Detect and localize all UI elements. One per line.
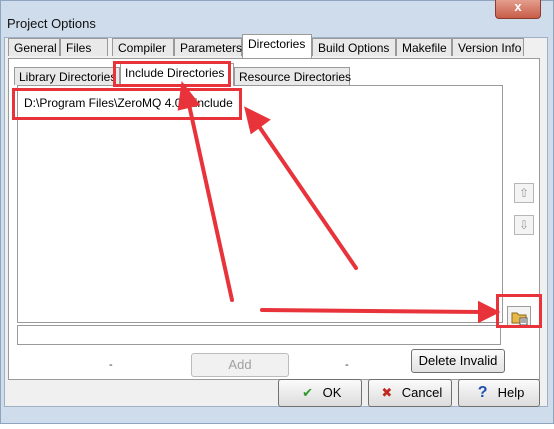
directory-path-input[interactable] [17, 325, 501, 345]
dialog-client: General Files Compiler Parameters Direct… [4, 34, 548, 407]
arrow-down-icon: ⇩ [518, 218, 530, 232]
move-down-button[interactable]: ⇩ [514, 215, 534, 235]
window-title: Project Options [7, 16, 96, 31]
tab-compiler[interactable]: Compiler [112, 38, 174, 56]
cancel-x-icon: ✖ [381, 385, 393, 400]
tab-files[interactable]: Files [60, 38, 108, 56]
tab-general[interactable]: General [8, 38, 60, 56]
ok-button[interactable]: ✔ OK [278, 379, 362, 407]
separator-dash: - [345, 359, 349, 371]
include-directories-list[interactable]: D:\Program Files\ZeroMQ 4.0.4\include [17, 85, 503, 323]
close-icon: x [514, 0, 522, 14]
folder-icon [511, 312, 528, 326]
help-icon: ? [477, 384, 488, 401]
list-item[interactable]: D:\Program Files\ZeroMQ 4.0.4\include [24, 96, 233, 110]
tab-parameters[interactable]: Parameters [174, 38, 242, 56]
subtab-library-directories[interactable]: Library Directories [14, 67, 120, 85]
subtab-include-directories[interactable]: Include Directories [120, 63, 234, 86]
arrow-up-icon: ⇧ [518, 186, 530, 200]
tab-makefile[interactable]: Makefile [396, 38, 452, 56]
separator-dash: - [109, 359, 113, 371]
delete-invalid-button[interactable]: Delete Invalid [411, 349, 505, 373]
project-options-window: Project Options x General Files Compiler… [0, 0, 554, 424]
checkmark-icon: ✔ [302, 385, 314, 400]
help-button[interactable]: ? Help [458, 379, 540, 407]
directories-panel: Library Directories Include Directories … [8, 58, 540, 380]
cancel-button[interactable]: ✖ Cancel [368, 379, 452, 407]
subtab-resource-directories[interactable]: Resource Directories [234, 67, 351, 85]
tab-directories[interactable]: Directories [242, 34, 312, 58]
add-button[interactable]: Add [191, 353, 289, 377]
tab-build-options[interactable]: Build Options [312, 38, 396, 56]
close-button[interactable]: x [495, 0, 541, 19]
tab-version-info[interactable]: Version Info [452, 38, 524, 56]
browse-folder-button[interactable] [507, 306, 531, 328]
move-up-button[interactable]: ⇧ [514, 183, 534, 203]
title-bar: Project Options x [1, 0, 554, 37]
